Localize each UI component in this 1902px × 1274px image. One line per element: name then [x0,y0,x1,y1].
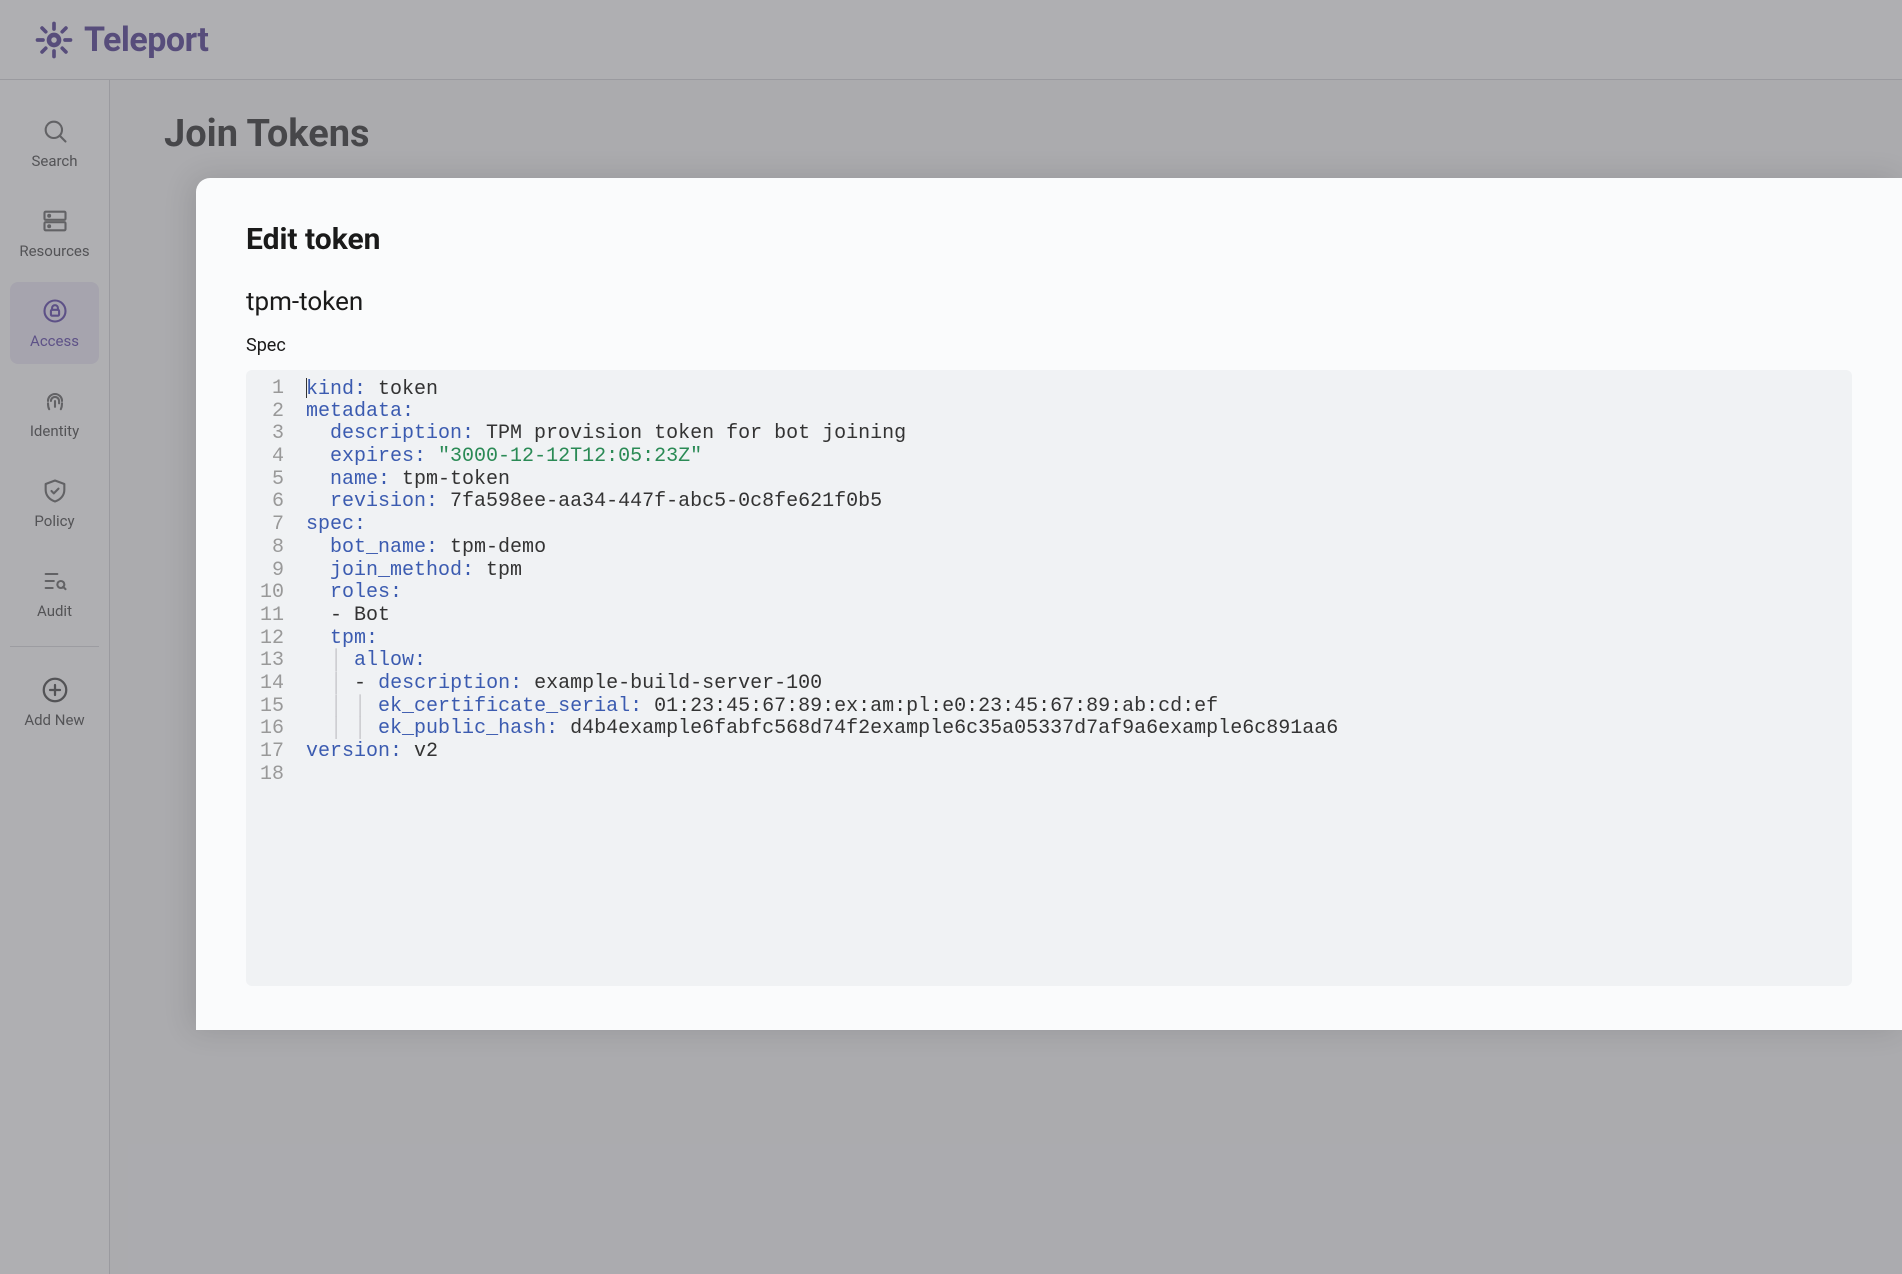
line-gutter: 123456789101112131415161718 [246,378,306,786]
code-content[interactable]: kind: tokenmetadata: description: TPM pr… [306,378,1852,786]
edit-token-panel: Edit token tpm-token Spec 12345678910111… [196,178,1902,1030]
yaml-editor[interactable]: 123456789101112131415161718 kind: tokenm… [246,370,1852,986]
modal-overlay[interactable]: Edit token tpm-token Spec 12345678910111… [0,0,1902,1274]
spec-label: Spec [246,335,1852,356]
panel-title: Edit token [246,222,1852,257]
token-name: tpm-token [246,287,1852,317]
